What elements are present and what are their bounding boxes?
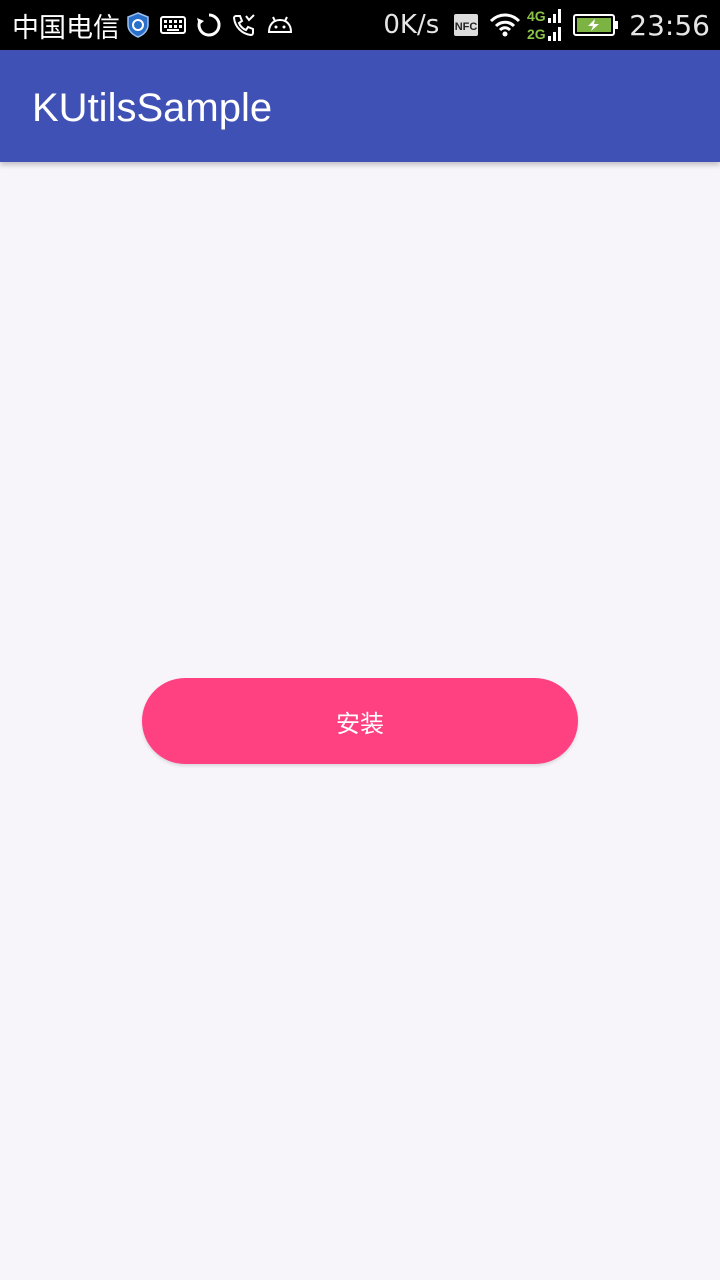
shield-app-icon [126, 12, 150, 38]
install-button[interactable]: 安装 [142, 678, 578, 764]
network-type-4g: 4G [527, 8, 546, 24]
wifi-icon [489, 13, 521, 37]
missed-call-icon [232, 13, 256, 37]
battery-charging-icon [573, 13, 619, 37]
cellular-signal-icon: 4G 2G [527, 6, 563, 44]
nfc-icon: NFC [453, 13, 479, 37]
network-type-2g: 2G [527, 26, 546, 42]
sync-icon [196, 12, 222, 38]
status-time: 23:56 [629, 8, 710, 42]
android-debug-icon [266, 15, 294, 35]
status-left: 中国电信 [12, 0, 294, 50]
app-title: KUtilsSample [32, 86, 273, 130]
carrier-name: 中国电信 [12, 12, 120, 44]
network-speed: 0K/s [383, 10, 440, 40]
nfc-label: NFC [455, 21, 478, 33]
keyboard-icon [160, 15, 186, 35]
status-right: 0K/s NFC 4G 2G 23:56 [383, 0, 710, 50]
status-bar: 中国电信 0K/s NFC 4G 2G 23:56 [0, 0, 720, 50]
app-bar: KUtilsSample [0, 50, 720, 162]
